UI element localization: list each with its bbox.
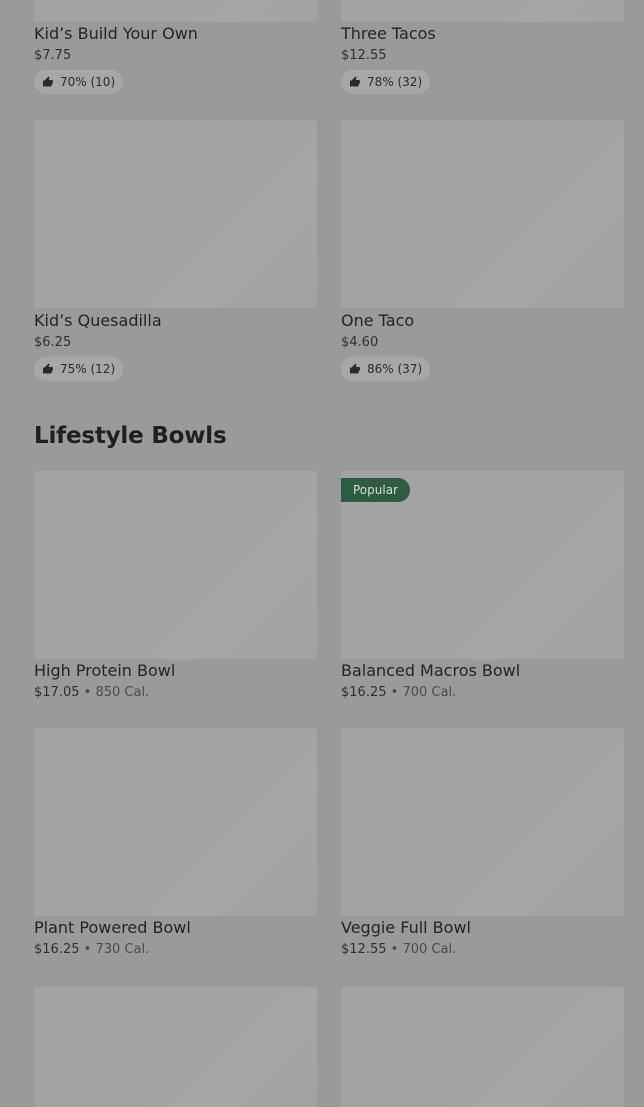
item-meta: $12.55 • 700 Cal.	[341, 942, 624, 958]
rating-pill: 86% (37)	[341, 357, 431, 381]
meta-separator: •	[83, 942, 92, 957]
item-meta: $17.05 • 850 Cal.	[34, 685, 317, 701]
item-price: $17.05	[34, 685, 80, 700]
item-price: $6.25	[34, 335, 72, 350]
menu-grid-row-2: Kid’s Quesadilla $6.25 75% (12) One Taco…	[34, 120, 624, 381]
item-price: $4.60	[341, 335, 379, 350]
lifestyle-grid-row-3	[34, 987, 624, 1107]
rating-pill: 70% (10)	[34, 70, 124, 94]
menu-page: Kid’s Build Your Own $7.75 70% (10) Thre…	[0, 0, 644, 1107]
menu-item-card[interactable]: Three Tacos $12.55 78% (32)	[341, 0, 624, 94]
item-meta: $16.25 • 730 Cal.	[34, 942, 317, 958]
item-title[interactable]: One Taco	[341, 311, 624, 331]
item-image[interactable]	[34, 987, 317, 1107]
menu-item-card[interactable]	[34, 987, 317, 1107]
item-calories: 730 Cal.	[95, 942, 150, 957]
lifestyle-grid-row-2: Plant Powered Bowl $16.25 • 730 Cal. Veg…	[34, 728, 624, 958]
item-title[interactable]: Three Tacos	[341, 24, 624, 44]
menu-item-card[interactable]: Popular Balanced Macros Bowl $16.25 • 70…	[341, 471, 624, 701]
meta-separator: •	[390, 942, 399, 957]
item-calories: 700 Cal.	[402, 942, 457, 957]
item-image[interactable]	[341, 0, 624, 22]
rating-text: 70% (10)	[60, 75, 116, 89]
item-image[interactable]	[34, 471, 317, 659]
item-title[interactable]: Kid’s Quesadilla	[34, 311, 317, 331]
menu-grid-top: Kid’s Build Your Own $7.75 70% (10) Thre…	[34, 0, 624, 94]
menu-item-card[interactable]: Kid’s Build Your Own $7.75 70% (10)	[34, 0, 317, 94]
item-title[interactable]: Kid’s Build Your Own	[34, 24, 317, 44]
rating-pill: 75% (12)	[34, 357, 124, 381]
item-image[interactable]	[34, 120, 317, 308]
menu-item-card[interactable]: Veggie Full Bowl $12.55 • 700 Cal.	[341, 728, 624, 958]
item-image[interactable]	[34, 0, 317, 22]
popular-badge: Popular	[341, 478, 410, 502]
item-price: $12.55	[341, 942, 387, 957]
thumbs-up-icon	[350, 76, 360, 87]
meta-separator: •	[390, 685, 399, 700]
thumbs-up-icon	[350, 363, 360, 374]
item-image[interactable]	[341, 987, 624, 1107]
meta-separator: •	[83, 685, 92, 700]
menu-item-card[interactable]	[341, 987, 624, 1107]
menu-item-card[interactable]: High Protein Bowl $17.05 • 850 Cal.	[34, 471, 317, 701]
item-price: $12.55	[341, 48, 387, 63]
item-calories: 700 Cal.	[402, 685, 457, 700]
item-image[interactable]: Popular	[341, 471, 624, 659]
menu-item-card[interactable]: Kid’s Quesadilla $6.25 75% (12)	[34, 120, 317, 381]
rating-text: 75% (12)	[60, 362, 116, 376]
item-price: $7.75	[34, 48, 72, 63]
thumbs-up-icon	[43, 363, 53, 374]
item-meta: $16.25 • 700 Cal.	[341, 685, 624, 701]
item-title[interactable]: Veggie Full Bowl	[341, 918, 624, 938]
item-title[interactable]: Plant Powered Bowl	[34, 918, 317, 938]
item-image[interactable]	[341, 120, 624, 308]
rating-pill: 78% (32)	[341, 70, 431, 94]
item-title[interactable]: Balanced Macros Bowl	[341, 661, 624, 681]
lifestyle-grid-row-1: High Protein Bowl $17.05 • 850 Cal. Popu…	[34, 471, 624, 701]
menu-item-card[interactable]: One Taco $4.60 86% (37)	[341, 120, 624, 381]
item-image[interactable]	[34, 728, 317, 916]
item-price: $16.25	[341, 685, 387, 700]
menu-item-card[interactable]: Plant Powered Bowl $16.25 • 730 Cal.	[34, 728, 317, 958]
item-title[interactable]: High Protein Bowl	[34, 661, 317, 681]
rating-text: 78% (32)	[367, 75, 423, 89]
rating-text: 86% (37)	[367, 362, 423, 376]
section-title: Lifestyle Bowls	[34, 423, 227, 449]
item-price: $16.25	[34, 942, 80, 957]
item-calories: 850 Cal.	[95, 685, 150, 700]
thumbs-up-icon	[43, 76, 53, 87]
item-image[interactable]	[341, 728, 624, 916]
